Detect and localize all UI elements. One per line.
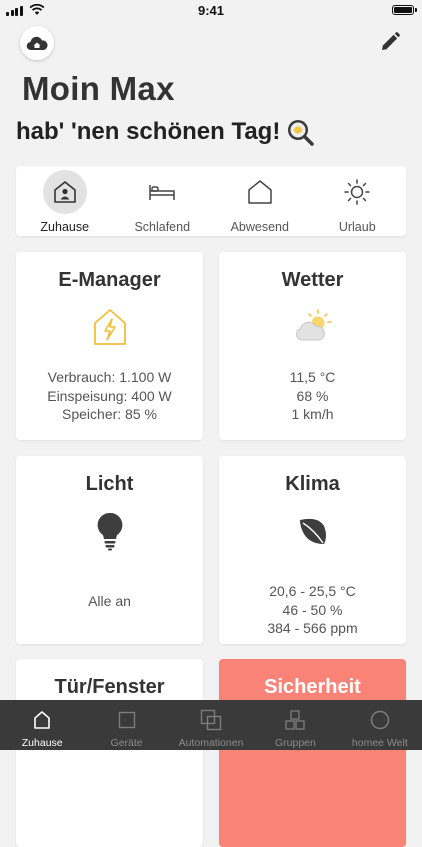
card-klima-values: 20,6 - 25,5 °C 46 - 50 % 384 - 566 ppm [219,582,406,638]
mode-urlaub-label: Urlaub [338,220,376,234]
card-klima-title: Klima [285,473,340,495]
house-outline-icon [248,180,272,204]
mode-schlafend[interactable]: Schlafend [114,166,212,236]
lightning-house-icon [93,309,126,345]
card-emanager-values: Verbrauch: 1.100 W Einspeisung: 400 W Sp… [16,368,203,424]
card-wetter[interactable]: Wetter 11,5 °C 68 % 1 km/h [219,252,406,440]
card-emanager[interactable]: E-Manager Verbrauch: 1.100 W Einspeisung… [16,252,203,440]
bed-icon [149,185,175,200]
wetter-wind: 1 km/h [291,406,334,422]
mode-zuhause-label: Zuhause [40,220,90,234]
sun-icon [344,179,370,205]
nav-zuhause-label: Zuhause [21,737,63,749]
nav-gruppen-label: Gruppen [274,737,316,749]
nav-homee-welt[interactable]: homee Welt [338,700,422,750]
sun-cloud-icon [295,309,332,341]
card-tuer-fenster[interactable]: Tür/Fenster [16,659,203,847]
licht-status: Alle an [88,593,131,609]
home-person-icon [53,181,76,203]
klima-temperature: 20,6 - 25,5 °C [269,583,356,599]
square-icon [118,711,135,729]
card-wetter-title: Wetter [281,269,344,291]
mode-selector: Zuhause Schlafend Abwesend Urlaub [16,166,406,236]
greeting-subtitle-text: hab' 'nen schönen Tag! [16,118,281,145]
card-licht[interactable]: Licht Alle an [16,456,203,644]
nav-homee-welt-label: homee Welt [351,737,408,749]
nav-geraete-label: Geräte [110,737,143,749]
card-sicherheit[interactable]: Sicherheit [219,659,406,847]
nav-geraete[interactable]: Geräte [84,700,168,750]
card-licht-title: Licht [85,473,134,495]
edit-button[interactable] [378,30,402,54]
card-licht-values: Alle an [16,592,203,611]
wetter-humidity: 68 % [296,387,329,404]
emanager-verbrauch: Verbrauch: 1.100 W [47,369,172,385]
card-sicherheit-title: Sicherheit [264,676,361,698]
stacked-squares-icon [200,709,222,731]
leaf-icon [299,518,326,544]
home-icon [34,711,51,729]
nav-zuhause[interactable]: Zuhause [0,700,84,750]
nav-gruppen[interactable]: Gruppen [253,700,337,750]
cloud-home-button[interactable] [20,26,54,60]
battery-icon [392,5,417,15]
klima-humidity: 46 - 50 % [282,601,343,618]
circle-icon [370,710,390,730]
card-emanager-title: E-Manager [58,269,161,291]
klima-co2: 384 - 566 ppm [267,620,358,636]
greeting-subtitle: hab' 'nen schönen Tag! [16,118,315,146]
bottom-navigation: Zuhause Geräte Automationen Gruppen home… [0,700,422,750]
emanager-einspeisung: Einspeisung: 400 W [47,387,172,404]
frying-pan-egg-icon [288,120,315,146]
greeting-title: Moin Max [22,70,175,107]
mode-urlaub[interactable]: Urlaub [309,166,407,236]
lightbulb-icon [97,512,122,551]
nav-automationen-label: Automationen [178,737,244,749]
status-time: 9:41 [197,3,225,18]
nav-automationen[interactable]: Automationen [169,700,253,750]
card-klima[interactable]: Klima 20,6 - 25,5 °C 46 - 50 % 384 - 566… [219,456,406,644]
grid-squares-icon [285,710,306,730]
cloud-home-icon [26,36,48,51]
mode-abwesend[interactable]: Abwesend [211,166,309,236]
mode-schlafend-label: Schlafend [134,220,191,234]
card-tuer-fenster-title: Tür/Fenster [54,676,165,698]
emanager-speicher: Speicher: 85 % [62,406,157,422]
pencil-icon [382,32,400,50]
card-wetter-values: 11,5 °C 68 % 1 km/h [219,368,406,424]
mode-abwesend-label: Abwesend [230,220,289,234]
mode-zuhause[interactable]: Zuhause [16,166,114,236]
status-bar: 9:41 [0,0,422,22]
wetter-temperature: 11,5 °C [289,369,336,385]
